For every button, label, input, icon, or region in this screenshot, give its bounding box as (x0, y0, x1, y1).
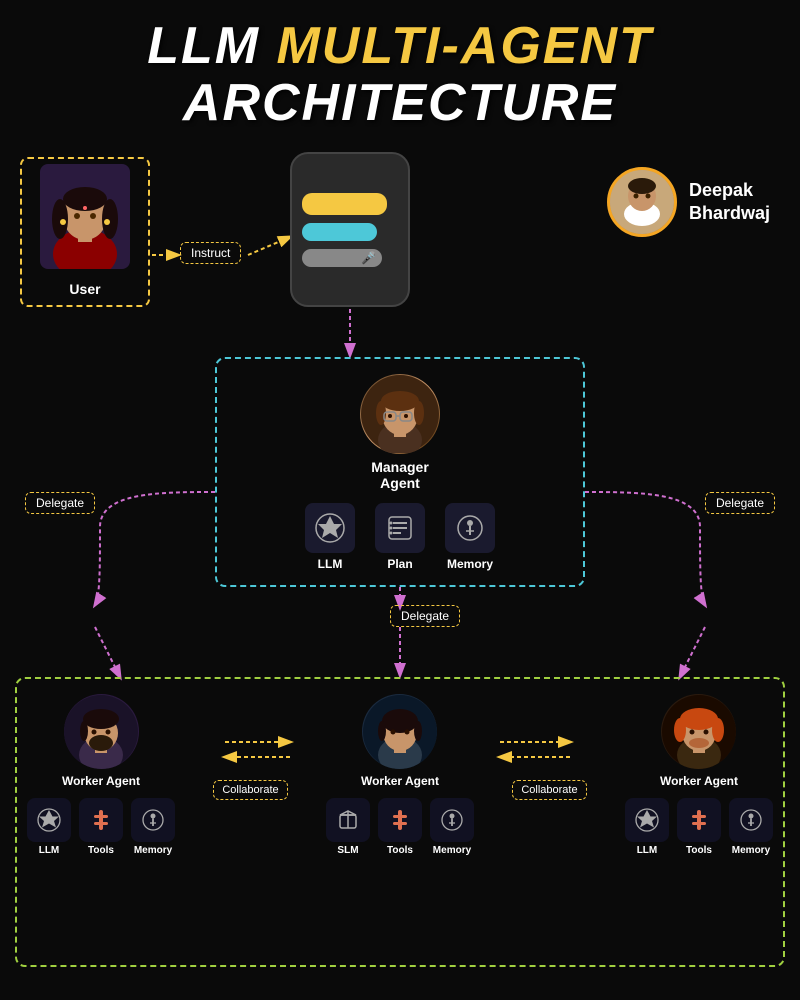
worker-1-label: Worker Agent (62, 774, 140, 788)
worker-3-memory-icon (729, 798, 773, 842)
user-label: User (69, 281, 100, 297)
chat-bubble-2 (302, 223, 377, 241)
worker-1-tools-label: Tools (88, 845, 114, 856)
worker-2-tools: SLM Tools (326, 798, 474, 856)
delegate-bottom-label: Delegate (390, 605, 460, 627)
worker-2-tool-memory: Memory (430, 798, 474, 856)
worker-2-memory-label: Memory (433, 845, 471, 856)
worker-2-memory-icon (430, 798, 474, 842)
worker-2-tools-icon (378, 798, 422, 842)
worker-3-tool-tools: Tools (677, 798, 721, 856)
worker-3-tools-label: Tools (686, 845, 712, 856)
wrench2-icon (388, 808, 412, 832)
manager-tools: LLM Plan (305, 503, 495, 571)
worker-2-slm-icon (326, 798, 370, 842)
memory3-icon (738, 807, 764, 833)
worker-1-tool-memory: Memory (131, 798, 175, 856)
worker-1-tools-icon (79, 798, 123, 842)
wrench-icon (89, 808, 113, 832)
worker-2-tool-slm: SLM (326, 798, 370, 856)
openai-icon3 (634, 807, 660, 833)
user-box: User (20, 157, 150, 307)
plan-icon (385, 513, 415, 543)
deepak-area: Deepak Bhardwaj (607, 167, 770, 237)
phone-chat-box: 🎤 (290, 152, 410, 307)
worker-3-memory-label: Memory (732, 845, 770, 856)
openai-small-icon (36, 807, 62, 833)
title-multi-agent: MULTI-AGENT (276, 17, 652, 75)
manager-tool-plan: Plan (375, 503, 425, 571)
deepak-avatar-svg (610, 170, 674, 234)
llm-label: LLM (318, 557, 343, 571)
memory-icon (455, 513, 485, 543)
worker-1-tool-llm: LLM (27, 798, 71, 856)
worker-1-avatar (64, 694, 139, 769)
worker-3-avatar (661, 694, 736, 769)
user-avatar (40, 164, 130, 269)
delegate-right-label: Delegate (705, 492, 775, 514)
manager-tool-memory: Memory (445, 503, 495, 571)
title-area: LLM MULTI-AGENT ARCHITECTURE (0, 0, 800, 132)
manager-tool-llm: LLM (305, 503, 355, 571)
manager-agent-box: Manager Agent LLM (215, 357, 585, 587)
worker-1-section: Worker Agent LLM (27, 694, 175, 856)
manager-avatar (360, 374, 440, 454)
worker-1-tools: LLM Tools (27, 798, 175, 856)
worker-1-memory-label: Memory (134, 845, 172, 856)
workers-row: Worker Agent LLM (27, 694, 773, 856)
worker-2-avatar (362, 694, 437, 769)
worker-1-llm-label: LLM (39, 845, 60, 856)
worker-2-slm-label: SLM (337, 845, 358, 856)
worker-2-label: Worker Agent (361, 774, 439, 788)
worker-3-tools: LLM Tools (625, 798, 773, 856)
worker-3-svg (662, 695, 736, 769)
instruct-label: Instruct (191, 246, 230, 260)
wrench3-icon (687, 808, 711, 832)
memory2-icon (439, 807, 465, 833)
deepak-avatar (607, 167, 677, 237)
instruct-box: Instruct (180, 242, 241, 264)
delegate-left-label: Delegate (25, 492, 95, 514)
title-llm: LLM (147, 17, 260, 75)
worker-3-llm-icon (625, 798, 669, 842)
title-architecture: ARCHITECTURE (0, 75, 800, 132)
worker-3-section: Worker Agent LLM (625, 694, 773, 856)
plan-label: Plan (387, 557, 412, 571)
worker-3-tool-llm: LLM (625, 798, 669, 856)
worker-3-tools-icon (677, 798, 721, 842)
worker-3-label: Worker Agent (660, 774, 738, 788)
diagram: User Instruct 🎤 Deepak Bhardwaj (0, 137, 800, 997)
worker-1-llm-icon (27, 798, 71, 842)
manager-label: Manager Agent (371, 459, 429, 491)
worker-2-section: Worker Agent SLM (326, 694, 474, 856)
box-icon (335, 807, 361, 833)
title-line1: LLM MULTI-AGENT (0, 18, 800, 75)
memory-label: Memory (447, 557, 493, 571)
chat-bubble-1 (302, 193, 387, 215)
workers-container: Worker Agent LLM (15, 677, 785, 967)
collaborate-right-label: Collaborate (512, 780, 586, 800)
manager-avatar-svg (361, 375, 439, 453)
worker-1-svg (64, 695, 138, 769)
deepak-name: Deepak Bhardwaj (689, 179, 770, 226)
plan-icon-box (375, 503, 425, 553)
worker-2-tool-tools: Tools (378, 798, 422, 856)
worker-2-svg (363, 695, 437, 769)
worker-1-memory-icon (131, 798, 175, 842)
worker-3-llm-label: LLM (637, 845, 658, 856)
memory-small-icon (140, 807, 166, 833)
llm-icon-box (305, 503, 355, 553)
memory-icon-box (445, 503, 495, 553)
collaborate-left-label: Collaborate (213, 780, 287, 800)
chat-bubble-3: 🎤 (302, 249, 382, 267)
worker-2-tools-label: Tools (387, 845, 413, 856)
worker-3-tool-memory: Memory (729, 798, 773, 856)
worker-1-tool-tools: Tools (79, 798, 123, 856)
openai-icon (314, 512, 346, 544)
